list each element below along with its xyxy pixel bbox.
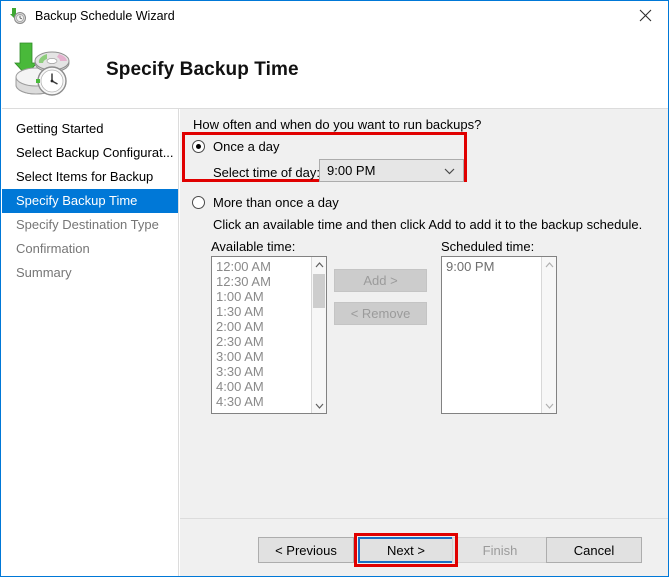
page-title: Specify Backup Time [106, 58, 299, 80]
window-title: Backup Schedule Wizard [35, 9, 175, 23]
main-content-panel: How often and when do you want to run ba… [180, 109, 668, 518]
list-item[interactable]: 9:00 PM [446, 259, 540, 274]
add-time-hint: Click an available time and then click A… [213, 217, 643, 232]
scrollbar-thumb[interactable] [313, 274, 325, 308]
list-item[interactable]: 4:30 AM [216, 394, 310, 409]
sidebar-item-select-items-for-backup[interactable]: Select Items for Backup [2, 165, 178, 189]
close-icon[interactable] [622, 1, 668, 30]
title-bar: Backup Schedule Wizard [1, 1, 668, 31]
list-item[interactable]: 1:00 AM [216, 289, 310, 304]
scheduled-time-scrollbar[interactable] [541, 257, 556, 413]
time-of-day-dropdown[interactable]: 9:00 PM [319, 159, 464, 182]
available-time-label: Available time: [211, 239, 296, 254]
radio-more-than-once-indicator[interactable] [192, 196, 205, 209]
sidebar-item-specify-destination-type[interactable]: Specify Destination Type [2, 213, 178, 237]
list-item[interactable]: 12:00 AM [216, 259, 310, 274]
available-time-items: 12:00 AM 12:30 AM 1:00 AM 1:30 AM 2:00 A… [212, 257, 310, 409]
scroll-down-icon[interactable] [542, 398, 556, 413]
sidebar-item-select-backup-configuration[interactable]: Select Backup Configurat... [2, 141, 178, 165]
wizard-step-list: Getting Started Select Backup Configurat… [2, 109, 179, 576]
question-label: How often and when do you want to run ba… [193, 117, 482, 132]
next-button[interactable]: Next > [358, 537, 454, 563]
sidebar-item-confirmation[interactable]: Confirmation [2, 237, 178, 261]
backup-clock-icon [9, 7, 27, 25]
backup-disc-clock-icon [14, 41, 76, 99]
available-time-listbox[interactable]: 12:00 AM 12:30 AM 1:00 AM 1:30 AM 2:00 A… [211, 256, 327, 414]
scheduled-time-label: Scheduled time: [441, 239, 535, 254]
radio-once-a-day-indicator[interactable] [192, 140, 205, 153]
scroll-up-icon[interactable] [542, 257, 556, 272]
cancel-button[interactable]: Cancel [546, 537, 642, 563]
list-item[interactable]: 2:00 AM [216, 319, 310, 334]
sidebar-item-specify-backup-time[interactable]: Specify Backup Time [2, 189, 178, 213]
scroll-down-icon[interactable] [312, 398, 326, 413]
list-item[interactable]: 3:30 AM [216, 364, 310, 379]
wizard-footer: < Previous Next > Finish Cancel [180, 518, 668, 576]
list-item[interactable]: 2:30 AM [216, 334, 310, 349]
list-item[interactable]: 4:00 AM [216, 379, 310, 394]
backup-schedule-wizard-window: Backup Schedule Wizard Specify Backup Ti… [0, 0, 669, 577]
radio-once-a-day[interactable]: Once a day [192, 139, 280, 154]
remove-button[interactable]: < Remove [334, 302, 427, 325]
chevron-down-icon [444, 162, 455, 180]
list-item[interactable]: 3:00 AM [216, 349, 310, 364]
radio-more-than-once-a-day[interactable]: More than once a day [192, 195, 339, 210]
sidebar-item-summary[interactable]: Summary [2, 261, 178, 285]
page-header: Specify Backup Time [2, 31, 668, 108]
finish-button: Finish [452, 537, 548, 563]
sidebar-item-getting-started[interactable]: Getting Started [2, 117, 178, 141]
radio-once-a-day-label: Once a day [213, 139, 280, 154]
previous-button[interactable]: < Previous [258, 537, 354, 563]
select-time-of-day-label: Select time of day: [213, 165, 320, 180]
time-of-day-value: 9:00 PM [327, 163, 376, 178]
radio-more-than-once-label: More than once a day [213, 195, 339, 210]
list-item[interactable]: 1:30 AM [216, 304, 310, 319]
scheduled-time-listbox[interactable]: 9:00 PM [441, 256, 557, 414]
available-time-scrollbar[interactable] [311, 257, 326, 413]
add-button[interactable]: Add > [334, 269, 427, 292]
list-item[interactable]: 12:30 AM [216, 274, 310, 289]
scheduled-time-items: 9:00 PM [442, 257, 540, 274]
scroll-up-icon[interactable] [312, 257, 326, 272]
